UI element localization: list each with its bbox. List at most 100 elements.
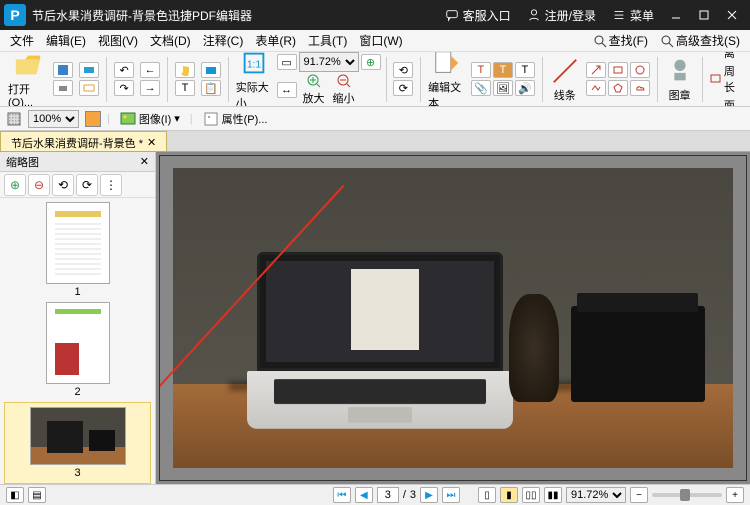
thumbnail-3[interactable]: 3 xyxy=(4,402,151,484)
status-zoom-select[interactable]: 91.72% xyxy=(566,487,626,503)
title-bar: P 节后水果消费调研-背景色迅捷PDF编辑器 客服入口 注册/登录 菜单 xyxy=(0,0,750,30)
panel-close-icon[interactable]: ✕ xyxy=(140,155,149,168)
stamp-button[interactable]: 图章 xyxy=(663,56,697,103)
hand-tool[interactable] xyxy=(175,62,195,78)
menu-view[interactable]: 视图(V) xyxy=(92,30,144,51)
highlight-text-button[interactable]: T xyxy=(493,62,513,78)
menu-file[interactable]: 文件 xyxy=(4,30,40,51)
page-input[interactable] xyxy=(377,487,399,503)
back-button[interactable]: ← xyxy=(140,62,160,78)
redo-button[interactable]: ↷ xyxy=(114,80,134,96)
grid-icon[interactable] xyxy=(6,111,22,127)
text-box-button[interactable]: T xyxy=(471,62,491,78)
zoom-slider[interactable] xyxy=(652,493,722,497)
rect-tool[interactable] xyxy=(608,62,628,78)
sound-button[interactable]: 🔊 xyxy=(515,80,535,96)
text-tools-group: T T T 📎 🖼 🔊 xyxy=(469,62,537,96)
thumbnail-list: 1 2 3 xyxy=(0,198,155,484)
zoom-in-button[interactable]: 放大 xyxy=(301,73,327,106)
status-zoom-out[interactable]: − xyxy=(630,487,648,503)
thumbnails-panel: 缩略图 ✕ ⊕ ⊖ ⟲ ⟳ ⋮ 1 2 3 xyxy=(0,152,156,484)
perimeter-label[interactable]: 周长 xyxy=(724,63,742,95)
image-dropdown[interactable]: 图像(I) ▾ xyxy=(116,109,184,129)
save-button[interactable] xyxy=(53,62,73,78)
layout-facing[interactable]: ▯▯ xyxy=(522,487,540,503)
clipboard-button[interactable]: 📋 xyxy=(201,80,221,96)
line-tool[interactable]: 线条 xyxy=(548,56,582,103)
circle-tool[interactable] xyxy=(630,62,650,78)
area-label[interactable]: 面积 xyxy=(724,97,742,107)
text-callout-button[interactable]: T xyxy=(515,62,535,78)
color-swatch[interactable] xyxy=(85,111,101,127)
zoom-plus-button[interactable]: ⊕ xyxy=(361,54,381,70)
fit-width-button[interactable]: ↔ xyxy=(277,82,297,98)
adv-find-button[interactable]: 高级查找(S) xyxy=(654,30,746,51)
ribbon-toolbar: 打开(O)... ↶ ↷ ← → T 📋 1:1 实际大小 ▭ 91.72% ⊕ xyxy=(0,52,750,107)
polyline-tool[interactable] xyxy=(586,80,606,96)
menu-edit[interactable]: 编辑(E) xyxy=(40,30,92,51)
thumbnail-tools: ⊕ ⊖ ⟲ ⟳ ⋮ xyxy=(0,172,155,198)
thumbnail-1[interactable]: 1 xyxy=(4,202,151,298)
menu-document[interactable]: 文档(D) xyxy=(144,30,197,51)
folder-open-icon xyxy=(13,52,43,80)
print-button[interactable] xyxy=(53,80,73,96)
text-select-tool[interactable]: T xyxy=(175,80,195,96)
next-page-button[interactable]: ▶ xyxy=(420,487,438,503)
actual-size-icon: 1:1 xyxy=(239,52,269,78)
maximize-button[interactable] xyxy=(690,0,718,30)
panel-toggle-2[interactable]: ▤ xyxy=(28,487,46,503)
rotate-left-button[interactable]: ⟲ xyxy=(393,62,413,78)
arrow-icon xyxy=(590,64,602,76)
last-page-button[interactable]: ⏭ xyxy=(442,487,460,503)
tab-close-icon[interactable]: ✕ xyxy=(147,136,156,149)
thumb-rotate-right[interactable]: ⟳ xyxy=(76,174,98,196)
main-area: 缩略图 ✕ ⊕ ⊖ ⟲ ⟳ ⋮ 1 2 3 xyxy=(0,152,750,484)
document-tabs: 节后水果消费调研-背景色 * ✕ xyxy=(0,131,750,152)
actual-size-button[interactable]: 1:1 实际大小 xyxy=(234,52,275,107)
open-button[interactable]: 打开(O)... xyxy=(6,52,49,107)
polygon-tool[interactable] xyxy=(608,80,628,96)
close-button[interactable] xyxy=(718,0,746,30)
opacity-select[interactable]: 100% xyxy=(28,110,79,128)
undo-button[interactable]: ↶ xyxy=(114,62,134,78)
menu-form[interactable]: 表单(R) xyxy=(249,30,302,51)
attach-button[interactable]: 📎 xyxy=(471,80,491,96)
panel-toggle-1[interactable]: ◧ xyxy=(6,487,24,503)
thumb-zoom-out[interactable]: ⊖ xyxy=(28,174,50,196)
snapshot-button[interactable] xyxy=(201,62,221,78)
thumb-zoom-in[interactable]: ⊕ xyxy=(4,174,26,196)
status-zoom-in[interactable]: + xyxy=(726,487,744,503)
chat-icon xyxy=(445,8,459,22)
arrow-tool[interactable] xyxy=(586,62,606,78)
scan-button[interactable] xyxy=(79,62,99,78)
forward-button[interactable]: → xyxy=(140,80,160,96)
thumbnail-2[interactable]: 2 xyxy=(4,302,151,398)
minimize-button[interactable] xyxy=(662,0,690,30)
menu-tools[interactable]: 工具(T) xyxy=(302,30,353,51)
fit-page-button[interactable]: ▭ xyxy=(277,54,297,70)
email-button[interactable] xyxy=(79,80,99,96)
layout-single[interactable]: ▯ xyxy=(478,487,496,503)
menu-window[interactable]: 窗口(W) xyxy=(353,30,408,51)
login-button[interactable]: 注册/登录 xyxy=(519,0,604,30)
menu-button[interactable]: 菜单 xyxy=(604,0,662,30)
page-canvas[interactable] xyxy=(159,155,747,481)
edit-text-button[interactable]: 编辑文本 xyxy=(426,52,467,107)
distance-label[interactable]: 距离 xyxy=(724,52,742,61)
zoom-select[interactable]: 91.72% xyxy=(299,52,359,72)
menu-comment[interactable]: 注释(C) xyxy=(197,30,250,51)
document-tab[interactable]: 节后水果消费调研-背景色 * ✕ xyxy=(0,131,167,151)
zoom-out-button[interactable]: 缩小 xyxy=(331,73,357,106)
cloud-tool[interactable] xyxy=(630,80,650,96)
thumb-options[interactable]: ⋮ xyxy=(100,174,122,196)
support-button[interactable]: 客服入口 xyxy=(437,0,519,30)
rotate-right-button[interactable]: ⟳ xyxy=(393,80,413,96)
properties-button[interactable]: 属性(P)... xyxy=(199,109,272,129)
first-page-button[interactable]: ⏮ xyxy=(333,487,351,503)
image-button[interactable]: 🖼 xyxy=(493,80,513,96)
layout-facing-cont[interactable]: ▮▮ xyxy=(544,487,562,503)
layout-continuous[interactable]: ▮ xyxy=(500,487,518,503)
thumb-rotate-left[interactable]: ⟲ xyxy=(52,174,74,196)
prev-page-button[interactable]: ◀ xyxy=(355,487,373,503)
find-button[interactable]: 查找(F) xyxy=(587,30,654,51)
